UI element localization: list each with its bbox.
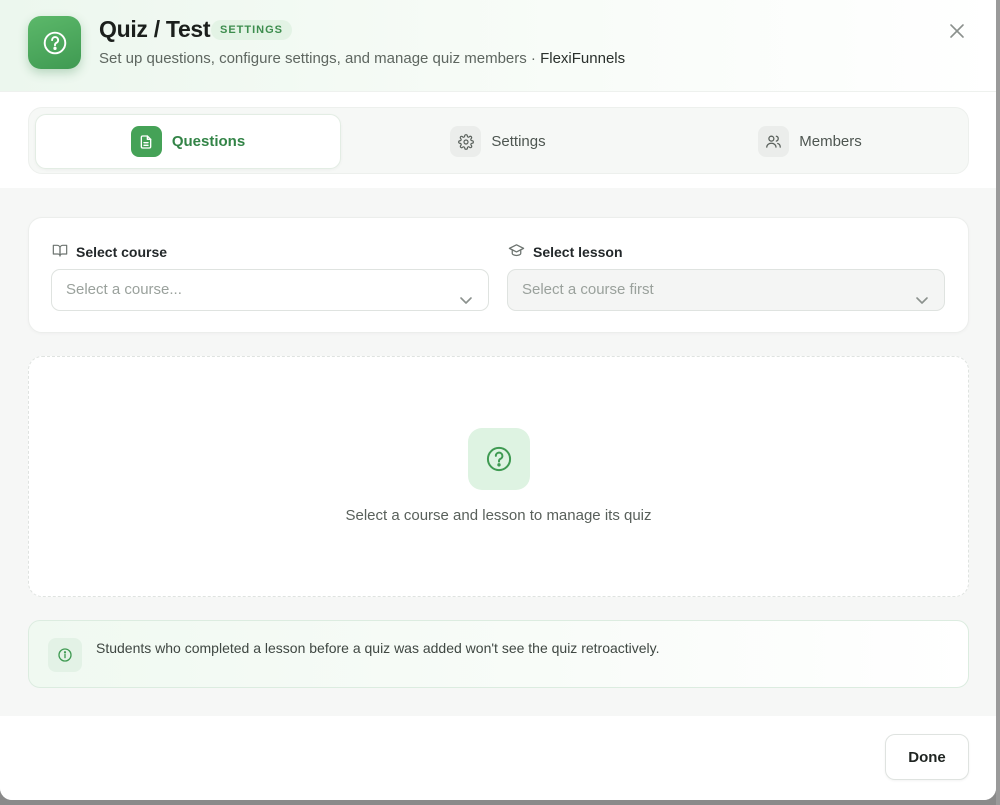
document-icon xyxy=(130,126,162,157)
course-select-placeholder: Select a course... xyxy=(66,281,182,298)
tab-settings-label: Settings xyxy=(491,133,546,150)
quiz-settings-modal: Quiz / Test SETTINGS Set up questions, c… xyxy=(0,0,996,800)
course-lesson-selector-card: Select course Select a course... Select … xyxy=(28,217,969,333)
question-circle-icon xyxy=(28,16,81,69)
tab-questions-label: Questions xyxy=(171,133,246,150)
chevron-down-icon xyxy=(459,283,473,323)
book-icon xyxy=(52,242,68,261)
users-icon xyxy=(758,126,790,157)
info-note-text: Students who completed a lesson before a… xyxy=(96,640,660,656)
workspace-name: FlexiFunnels xyxy=(540,50,626,67)
modal-footer: Done xyxy=(0,716,996,800)
scrollbar[interactable] xyxy=(996,0,1000,805)
chevron-down-icon xyxy=(915,283,929,323)
lesson-select-placeholder: Select a course first xyxy=(522,281,654,298)
tabs-section: Questions Settings Members xyxy=(0,93,996,188)
empty-state: Select a course and lesson to manage its… xyxy=(28,356,969,597)
gear-icon xyxy=(450,126,482,157)
close-icon[interactable] xyxy=(946,20,968,42)
lesson-select[interactable]: Select a course first xyxy=(507,269,945,311)
modal-body: Select course Select a course... Select … xyxy=(0,188,996,716)
select-lesson-label-text: Select lesson xyxy=(533,244,623,260)
modal-header: Quiz / Test SETTINGS Set up questions, c… xyxy=(0,0,996,92)
tab-bar: Questions Settings Members xyxy=(28,107,969,174)
subtitle-text: Set up questions, configure settings, an… xyxy=(99,50,541,67)
select-lesson-label: Select lesson xyxy=(508,242,623,262)
course-select[interactable]: Select a course... xyxy=(51,269,489,311)
graduation-cap-icon xyxy=(508,242,525,262)
select-course-label-text: Select course xyxy=(76,243,168,260)
info-icon xyxy=(48,638,82,672)
tab-settings[interactable]: Settings xyxy=(345,114,651,169)
empty-state-text: Select a course and lesson to manage its… xyxy=(345,507,652,524)
tab-questions[interactable]: Questions xyxy=(35,114,341,169)
page-title: Quiz / Test xyxy=(99,16,211,42)
info-note: Students who completed a lesson before a… xyxy=(28,620,969,688)
done-button[interactable]: Done xyxy=(885,734,969,780)
tab-members-label: Members xyxy=(799,133,862,150)
page-subtitle: Set up questions, configure settings, an… xyxy=(99,50,625,67)
question-circle-icon xyxy=(468,428,530,490)
settings-badge: SETTINGS xyxy=(211,20,293,40)
select-course-label: Select course xyxy=(52,242,167,261)
tab-members[interactable]: Members xyxy=(657,114,963,169)
